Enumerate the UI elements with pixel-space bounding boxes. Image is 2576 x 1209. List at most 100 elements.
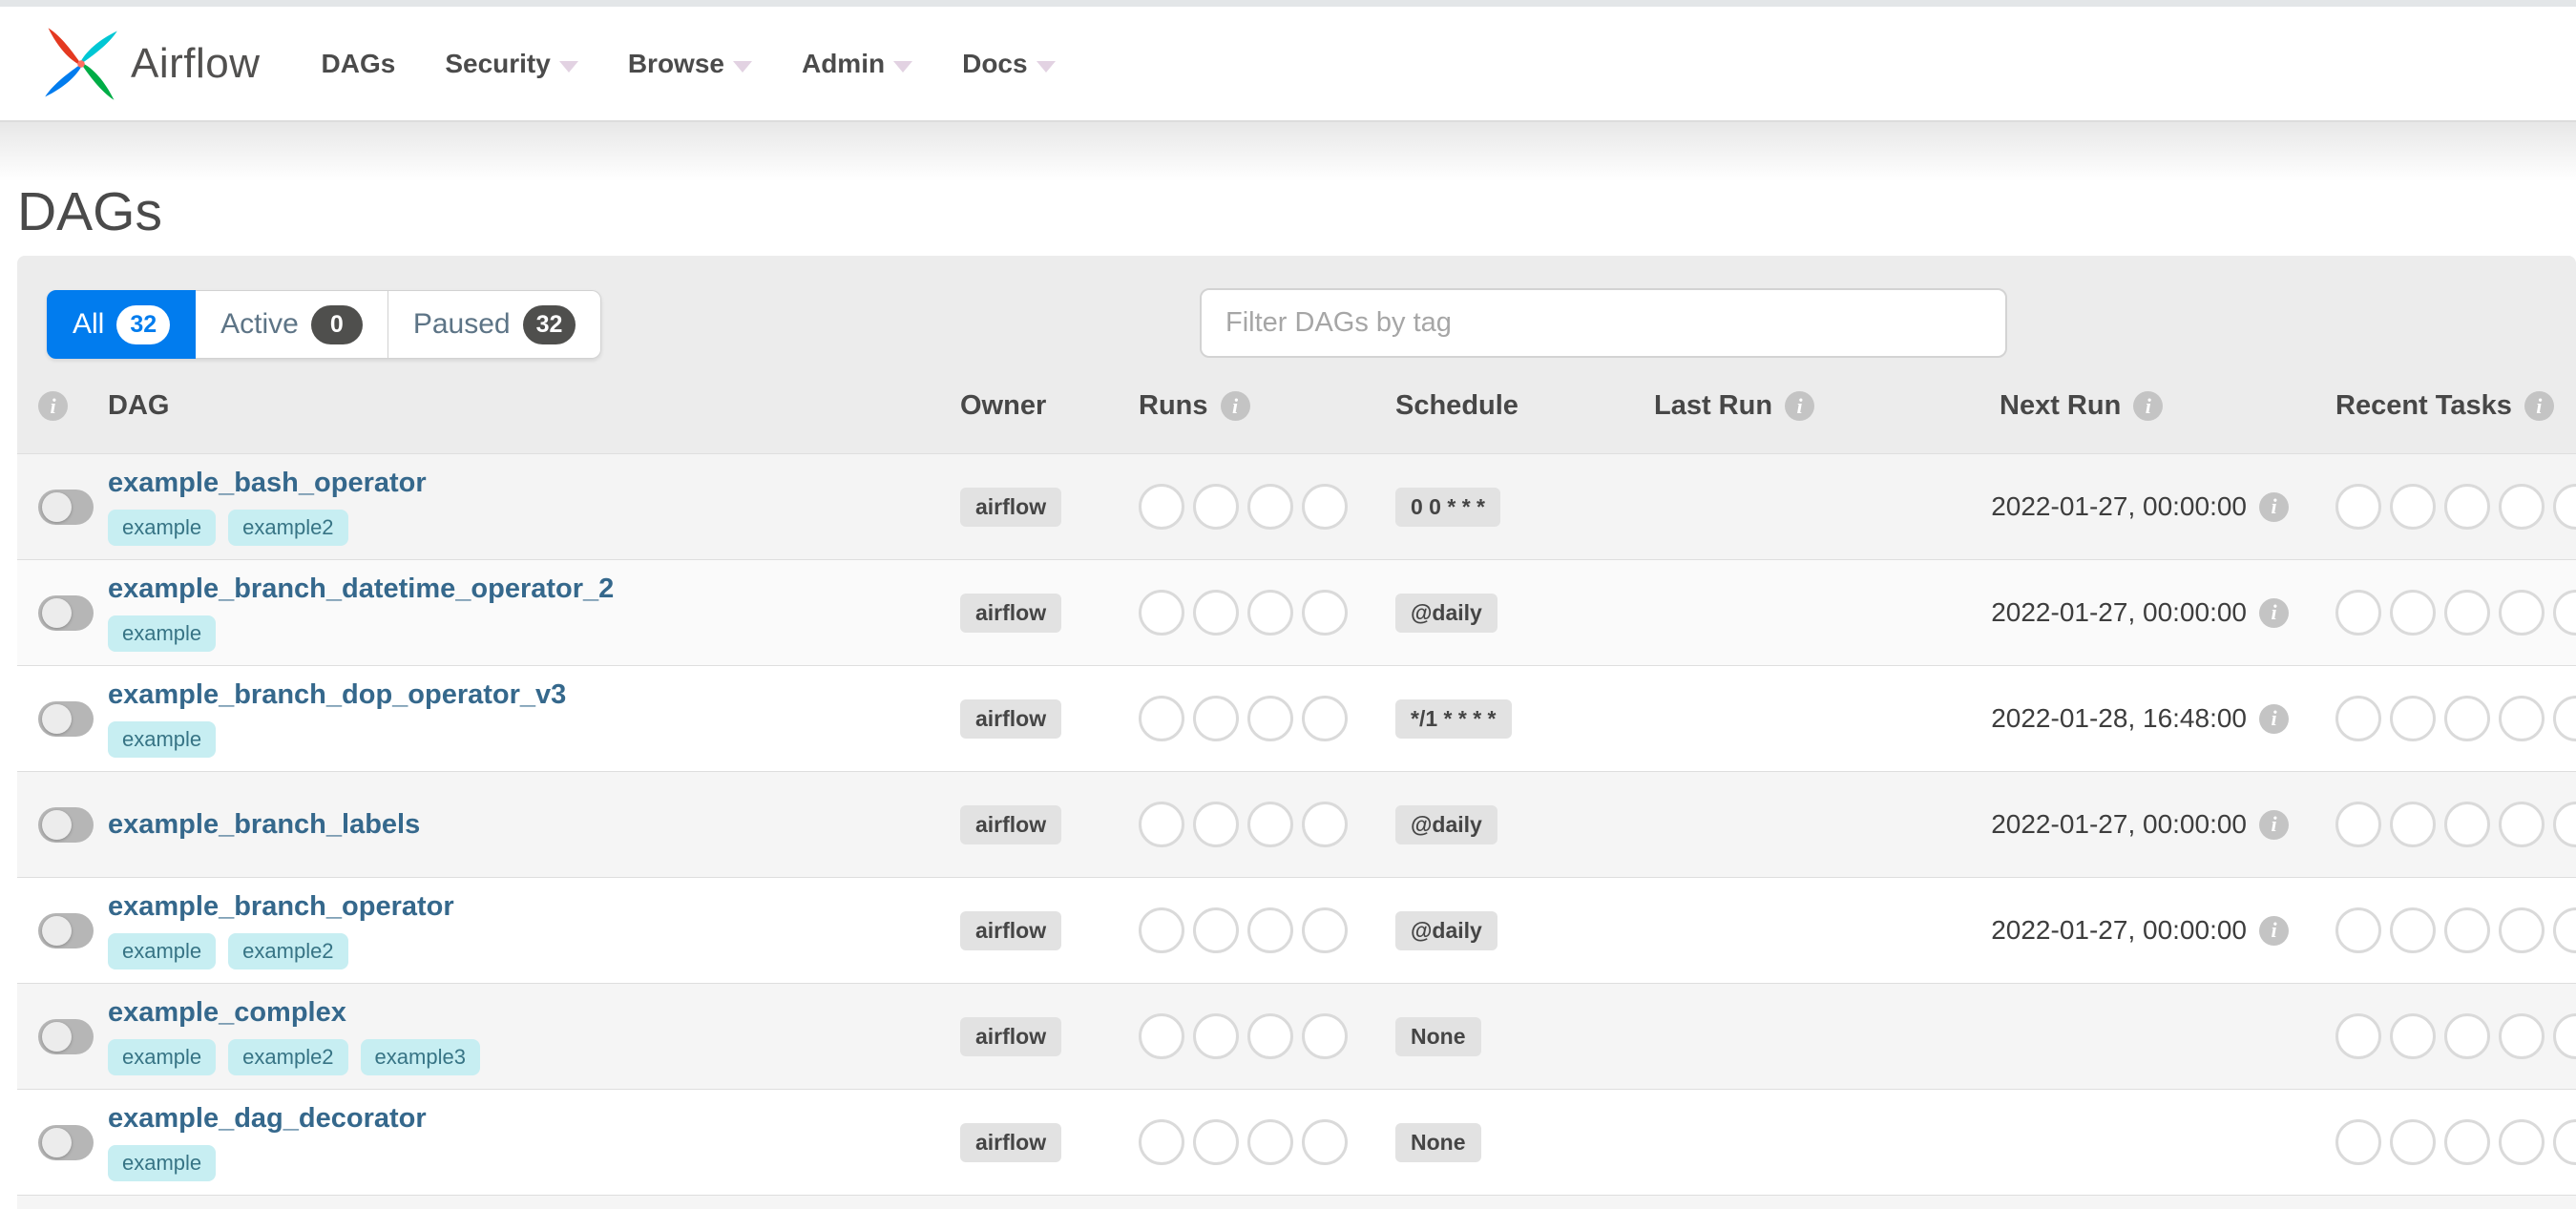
cell-schedule: 0 0 * * * xyxy=(1372,454,1631,559)
run-status-circle[interactable] xyxy=(1302,484,1348,530)
dag-link[interactable]: example_bash_operator xyxy=(108,468,427,499)
recent-task-circle[interactable] xyxy=(2444,1119,2490,1165)
run-status-circle[interactable] xyxy=(1193,1119,1239,1165)
run-status-circle[interactable] xyxy=(1247,484,1293,530)
dag-tag[interactable]: example xyxy=(108,1039,217,1075)
run-status-circle[interactable] xyxy=(1139,907,1184,953)
recent-task-circle[interactable] xyxy=(2390,1013,2436,1059)
recent-task-circle[interactable] xyxy=(2444,907,2490,953)
recent-task-circle[interactable] xyxy=(2390,590,2436,636)
tab-active[interactable]: Active 0 xyxy=(196,290,388,359)
recent-task-circle[interactable] xyxy=(2499,484,2545,530)
recent-task-circle[interactable] xyxy=(2444,802,2490,847)
run-status-circle[interactable] xyxy=(1139,802,1184,847)
recent-task-circle[interactable] xyxy=(2444,696,2490,741)
dag-tag[interactable]: example2 xyxy=(228,510,348,546)
recent-task-circle[interactable] xyxy=(2444,590,2490,636)
nav-item-dags[interactable]: DAGs xyxy=(297,35,421,93)
dag-tag[interactable]: example3 xyxy=(360,1039,480,1075)
dag-link[interactable]: example_dag_decorator xyxy=(108,1103,427,1135)
run-status-circle[interactable] xyxy=(1139,1119,1184,1165)
pause-toggle[interactable] xyxy=(38,1018,94,1054)
recent-task-circle[interactable] xyxy=(2444,1013,2490,1059)
recent-task-circle[interactable] xyxy=(2390,696,2436,741)
run-status-circle[interactable] xyxy=(1302,802,1348,847)
run-status-circle[interactable] xyxy=(1139,484,1184,530)
recent-task-circle[interactable] xyxy=(2335,484,2381,530)
recent-task-circle[interactable] xyxy=(2499,696,2545,741)
tag-filter-input[interactable] xyxy=(1200,288,2007,358)
recent-task-circle[interactable] xyxy=(2390,484,2436,530)
tab-all[interactable]: All 32 xyxy=(47,290,197,359)
run-status-circle[interactable] xyxy=(1302,696,1348,741)
dag-link[interactable]: example_branch_datetime_operator_2 xyxy=(108,573,614,605)
run-status-circle[interactable] xyxy=(1247,590,1293,636)
run-status-circle[interactable] xyxy=(1193,802,1239,847)
run-status-circle[interactable] xyxy=(1247,696,1293,741)
recent-task-circle[interactable] xyxy=(2335,1119,2381,1165)
dag-tag[interactable]: example xyxy=(108,615,217,652)
recent-task-circle[interactable] xyxy=(2335,696,2381,741)
nav-item-docs[interactable]: Docs xyxy=(937,35,1079,93)
recent-task-circle[interactable] xyxy=(2335,907,2381,953)
run-status-circle[interactable] xyxy=(1247,1119,1293,1165)
recent-task-circle[interactable] xyxy=(2499,907,2545,953)
brand-link[interactable]: Airflow xyxy=(41,20,261,108)
nav-item-browse[interactable]: Browse xyxy=(603,35,777,93)
recent-task-circle[interactable] xyxy=(2499,1119,2545,1165)
run-status-circle[interactable] xyxy=(1193,907,1239,953)
run-status-circle[interactable] xyxy=(1247,1013,1293,1059)
run-status-circle[interactable] xyxy=(1302,1013,1348,1059)
dag-tag[interactable]: example xyxy=(108,510,217,546)
run-status-circle[interactable] xyxy=(1302,590,1348,636)
nav-item-admin[interactable]: Admin xyxy=(777,35,937,93)
dag-link[interactable]: example_branch_dop_operator_v3 xyxy=(108,679,566,711)
run-status-circle[interactable] xyxy=(1139,696,1184,741)
recent-task-circle[interactable] xyxy=(2499,590,2545,636)
recent-task-circle[interactable] xyxy=(2390,1119,2436,1165)
run-status-circle[interactable] xyxy=(1302,1119,1348,1165)
run-status-circle[interactable] xyxy=(1139,590,1184,636)
pause-toggle[interactable] xyxy=(38,594,94,631)
recent-task-circle[interactable] xyxy=(2553,907,2576,953)
run-status-circle[interactable] xyxy=(1193,484,1239,530)
run-status-circle[interactable] xyxy=(1139,1013,1184,1059)
run-status-circle[interactable] xyxy=(1193,590,1239,636)
nav-item-security[interactable]: Security xyxy=(420,35,603,93)
recent-task-circle[interactable] xyxy=(2499,802,2545,847)
cell-runs xyxy=(1116,454,1372,559)
dag-tag[interactable]: example2 xyxy=(228,1039,348,1075)
recent-task-circle[interactable] xyxy=(2553,1119,2576,1165)
pause-toggle[interactable] xyxy=(38,806,94,843)
recent-task-circle[interactable] xyxy=(2335,1013,2381,1059)
run-status-circle[interactable] xyxy=(1193,1013,1239,1059)
dag-link[interactable]: example_complex xyxy=(108,997,346,1029)
recent-task-circle[interactable] xyxy=(2390,802,2436,847)
pause-toggle[interactable] xyxy=(38,489,94,525)
dag-tag[interactable]: example xyxy=(108,933,217,969)
dag-tag[interactable]: example xyxy=(108,1145,217,1181)
recent-task-circle[interactable] xyxy=(2335,802,2381,847)
recent-task-circle[interactable] xyxy=(2499,1013,2545,1059)
recent-task-circle[interactable] xyxy=(2444,484,2490,530)
run-status-circle[interactable] xyxy=(1247,907,1293,953)
tab-paused[interactable]: Paused 32 xyxy=(387,290,602,359)
pause-toggle[interactable] xyxy=(38,700,94,737)
cell-dag: example_dag_decoratorexample xyxy=(108,1090,939,1195)
recent-task-circle[interactable] xyxy=(2390,907,2436,953)
run-status-circle[interactable] xyxy=(1193,696,1239,741)
run-status-circle[interactable] xyxy=(1302,907,1348,953)
recent-task-circle[interactable] xyxy=(2553,1013,2576,1059)
recent-task-circle[interactable] xyxy=(2335,590,2381,636)
pause-toggle[interactable] xyxy=(38,912,94,948)
recent-task-circle[interactable] xyxy=(2553,590,2576,636)
recent-task-circle[interactable] xyxy=(2553,696,2576,741)
dag-link[interactable]: example_branch_operator xyxy=(108,891,454,923)
run-status-circle[interactable] xyxy=(1247,802,1293,847)
dag-tag[interactable]: example xyxy=(108,721,217,758)
dag-tag[interactable]: example2 xyxy=(228,933,348,969)
pause-toggle[interactable] xyxy=(38,1124,94,1160)
dag-link[interactable]: example_branch_labels xyxy=(108,809,420,841)
recent-task-circle[interactable] xyxy=(2553,484,2576,530)
recent-task-circle[interactable] xyxy=(2553,802,2576,847)
